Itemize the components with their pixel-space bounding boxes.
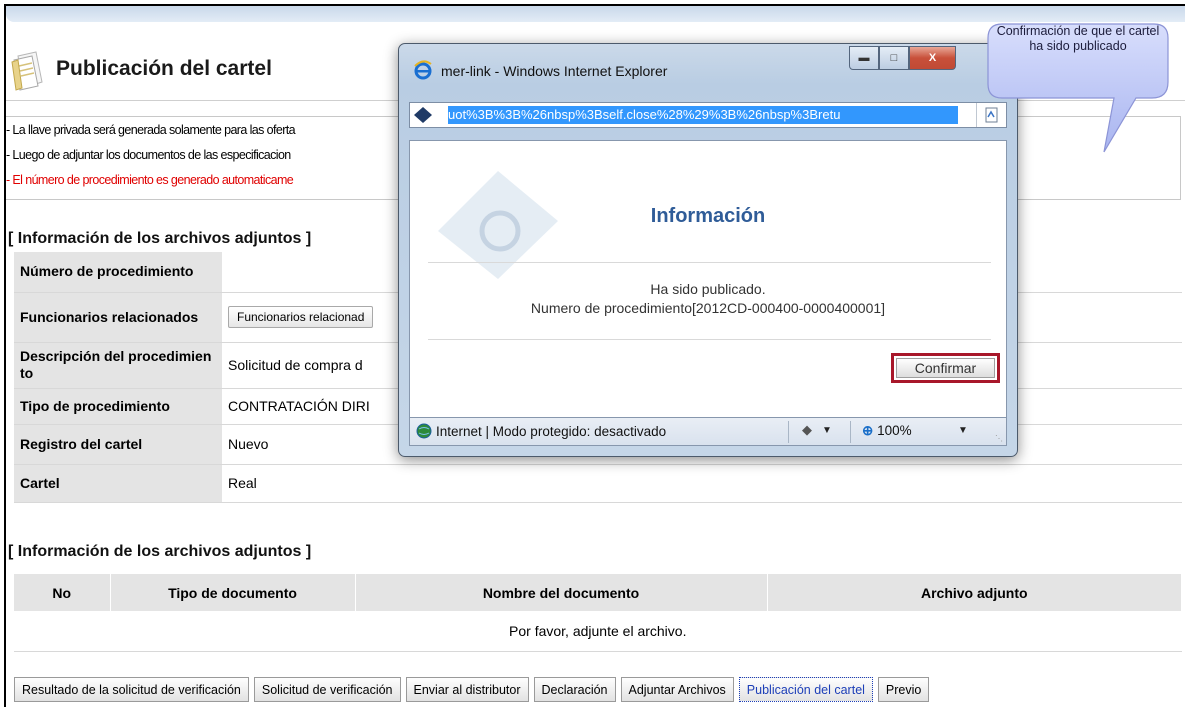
column-header: No — [14, 574, 111, 611]
row-label: Registro del cartel — [14, 424, 222, 465]
preview-button[interactable]: Previo — [877, 677, 930, 702]
notice-procedure-number: - El número de procedimiento es generado… — [6, 173, 294, 187]
divider — [428, 339, 991, 340]
info-heading: Información — [650, 205, 766, 227]
row-label: Número de procedimiento — [14, 252, 222, 293]
top-band — [6, 6, 1185, 22]
ie-popup-window: mer-link - Windows Internet Explorer ▬ □… — [398, 43, 1018, 457]
column-header: Nombre del documento — [355, 574, 768, 611]
protected-mode-icon[interactable]: ◆ — [802, 422, 812, 438]
verification-result-button[interactable]: Resultado de la solicitud de verificació… — [14, 677, 249, 702]
ie-icon — [414, 60, 432, 80]
maximize-icon[interactable]: □ — [879, 46, 909, 70]
procedure-number-message: Numero de procedimiento[2012CD-000400-00… — [530, 300, 886, 316]
info-section-title: [ Información de los archivos adjuntos ] — [8, 230, 312, 247]
page-header: Publicación del cartel — [10, 45, 410, 95]
notice-private-key: - La llave privada será generada solamen… — [6, 123, 296, 137]
resize-grip[interactable]: ⋱ — [995, 434, 1003, 443]
status-text: Internet | Modo protegido: desactivado — [436, 424, 667, 439]
callout-text: Confirmación de que el cartel ha sido pu… — [996, 24, 1160, 53]
page-title: Publicación del cartel — [56, 57, 272, 80]
table-row: Por favor, adjunte el archivo. — [14, 611, 1182, 652]
divider — [788, 421, 789, 443]
globe-icon — [416, 423, 432, 439]
zoom-icon: ⊕ — [862, 423, 874, 438]
verification-request-button[interactable]: Solicitud de verificación — [253, 677, 401, 702]
status-bar: Internet | Modo protegido: desactivado ◆… — [409, 418, 1007, 446]
chevron-down-icon[interactable]: ▼ — [958, 425, 968, 436]
row-label: Tipo de procedimiento — [14, 388, 222, 425]
files-section-title: [ Información de los archivos adjuntos ] — [8, 543, 312, 560]
row-value: Real — [222, 464, 1182, 503]
zoom-level: 100% — [877, 423, 912, 438]
related-officials-button[interactable]: Funcionarios relacionad — [228, 306, 374, 328]
page-icon — [414, 107, 432, 123]
notice-attach-docs: - Luego de adjuntar los documentos de la… — [6, 148, 291, 162]
window-controls: ▬ □ X — [849, 46, 956, 70]
empty-message: Por favor, adjunte el archivo. — [14, 611, 1182, 652]
published-message: Ha sido publicado. — [650, 281, 766, 297]
confirm-highlight: Confirmar — [891, 353, 1000, 383]
minimize-icon[interactable]: ▬ — [849, 46, 879, 70]
zoom-control[interactable]: ⊕ 100% — [862, 423, 912, 439]
confirm-button[interactable]: Confirmar — [896, 358, 995, 378]
send-distributor-button[interactable]: Enviar al distributor — [405, 677, 529, 702]
publish-cartel-button[interactable]: Publicación del cartel — [738, 677, 873, 702]
divider — [850, 421, 851, 443]
row-label: Cartel — [14, 464, 222, 503]
close-icon[interactable]: X — [909, 46, 956, 70]
divider — [428, 262, 991, 263]
row-label: Descripción del procedimiento — [14, 342, 222, 389]
chevron-down-icon[interactable]: ▼ — [822, 425, 832, 436]
row-label: Funcionarios relacionados — [14, 292, 222, 343]
window-title: mer-link - Windows Internet Explorer — [441, 63, 668, 79]
column-header: Archivo adjunto — [767, 574, 1182, 611]
declaration-button[interactable]: Declaración — [533, 677, 616, 702]
attachments-table: No Tipo de documento Nombre del document… — [14, 574, 1182, 652]
popup-content: Información Ha sido publicado. Numero de… — [409, 140, 1007, 418]
bottom-button-bar: Resultado de la solicitud de verificació… — [14, 677, 930, 702]
table-row: Cartel Real — [14, 464, 1182, 503]
attach-files-button[interactable]: Adjuntar Archivos — [620, 677, 734, 702]
address-text[interactable]: uot%3B%3B%26nbsp%3Bself.close%28%29%3B%2… — [448, 106, 958, 124]
address-bar[interactable]: uot%3B%3B%26nbsp%3Bself.close%28%29%3B%2… — [409, 102, 1007, 128]
column-header: Tipo de documento — [110, 574, 356, 611]
table-header-row: No Tipo de documento Nombre del document… — [14, 574, 1182, 611]
document-icon — [11, 51, 43, 91]
